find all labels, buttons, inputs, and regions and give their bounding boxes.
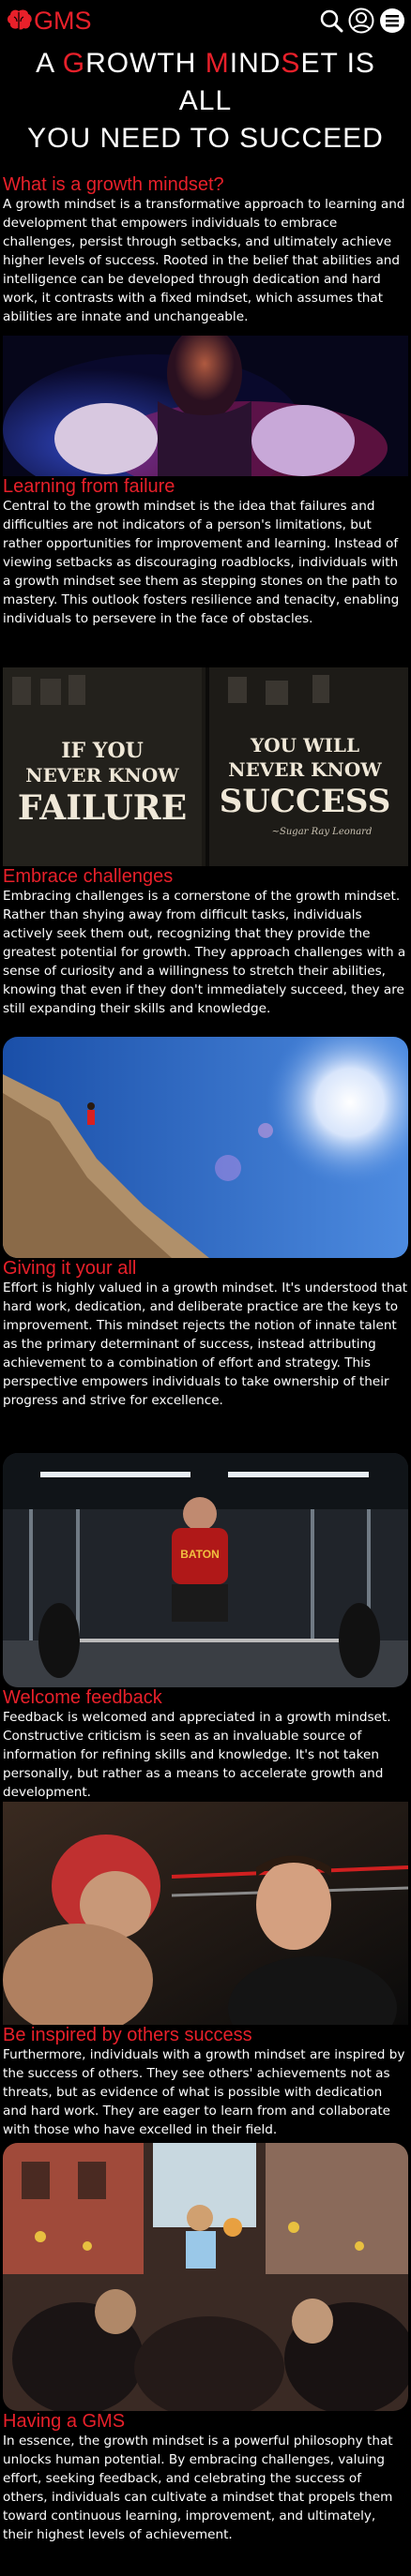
top-nav: GMS	[0, 0, 411, 41]
brand-name: GMS	[34, 6, 92, 35]
menu-icon[interactable]	[379, 7, 405, 34]
section-text: Feedback is welcomed and appreciated in …	[3, 1710, 391, 1800]
gym-shirt-text: BATON	[180, 1548, 220, 1561]
section-inspired: Be inspired by others success Furthermor…	[0, 2025, 411, 2143]
section-welcome-feedback: Welcome feedback Feedback is welcomed an…	[0, 1687, 411, 1802]
poster-right-line1: YOU WILL	[250, 734, 359, 756]
failure-success-poster: IF YOU NEVER KNOW FAILURE YOU WILL NEVER…	[3, 667, 408, 866]
climber-image	[3, 1037, 408, 1258]
poster-left-line3: FAILURE	[18, 788, 187, 828]
boxing-coach-image	[3, 1802, 408, 2025]
section-title: Giving it your all	[3, 1258, 137, 1279]
section-title: What is a growth mindset?	[3, 174, 224, 195]
section-text: Embracing challenges is a cornerstone of…	[3, 889, 406, 1016]
search-icon[interactable]	[319, 8, 343, 33]
brain-icon	[8, 9, 32, 30]
section-text: Furthermore, individuals with a growth m…	[3, 2047, 405, 2137]
poster-left-line2: NEVER KNOW	[25, 764, 179, 786]
poster-left-line1: IF YOU	[61, 739, 144, 763]
section-learning-failure: Learning from failure Central to the gro…	[0, 476, 411, 667]
section-text: In essence, the growth mindset is a powe…	[3, 2434, 393, 2542]
section-giving-all: Giving it your all Effort is highly valu…	[0, 1258, 411, 1453]
section-having-gms: Having a GMS In essence, the growth mind…	[0, 2411, 411, 2544]
section-title: Having a GMS	[3, 2411, 126, 2432]
user-icon[interactable]	[348, 7, 374, 34]
section-embrace-challenges: Embrace challenges Embracing challenges …	[0, 866, 411, 1037]
brand-logo[interactable]: GMS	[6, 7, 92, 36]
section-title: Embrace challenges	[3, 866, 174, 887]
section-title: Welcome feedback	[3, 1687, 162, 1708]
boxer-woman-image	[3, 336, 408, 476]
section-text: Effort is highly valued in a growth mind…	[3, 1281, 408, 1408]
poster-right-line3: SUCCESS	[220, 783, 391, 820]
section-text: Central to the growth mindset is the ide…	[3, 499, 400, 626]
section-what-is: What is a growth mindset? A growth minds…	[0, 174, 411, 336]
section-title: Be inspired by others success	[3, 2025, 252, 2045]
deadlift-image: BATON	[3, 1453, 408, 1687]
celebration-crowd-image	[3, 2143, 408, 2411]
poster-right-line2: NEVER KNOW	[228, 758, 382, 781]
section-text: A growth mindset is a transformative app…	[3, 197, 405, 324]
section-title: Learning from failure	[3, 476, 175, 497]
hero-title: A GROWTH MINDSET IS ALL YOU NEED TO SUCCE…	[27, 48, 384, 154]
poster-signature: ~Sugar Ray Leonard	[272, 827, 373, 837]
